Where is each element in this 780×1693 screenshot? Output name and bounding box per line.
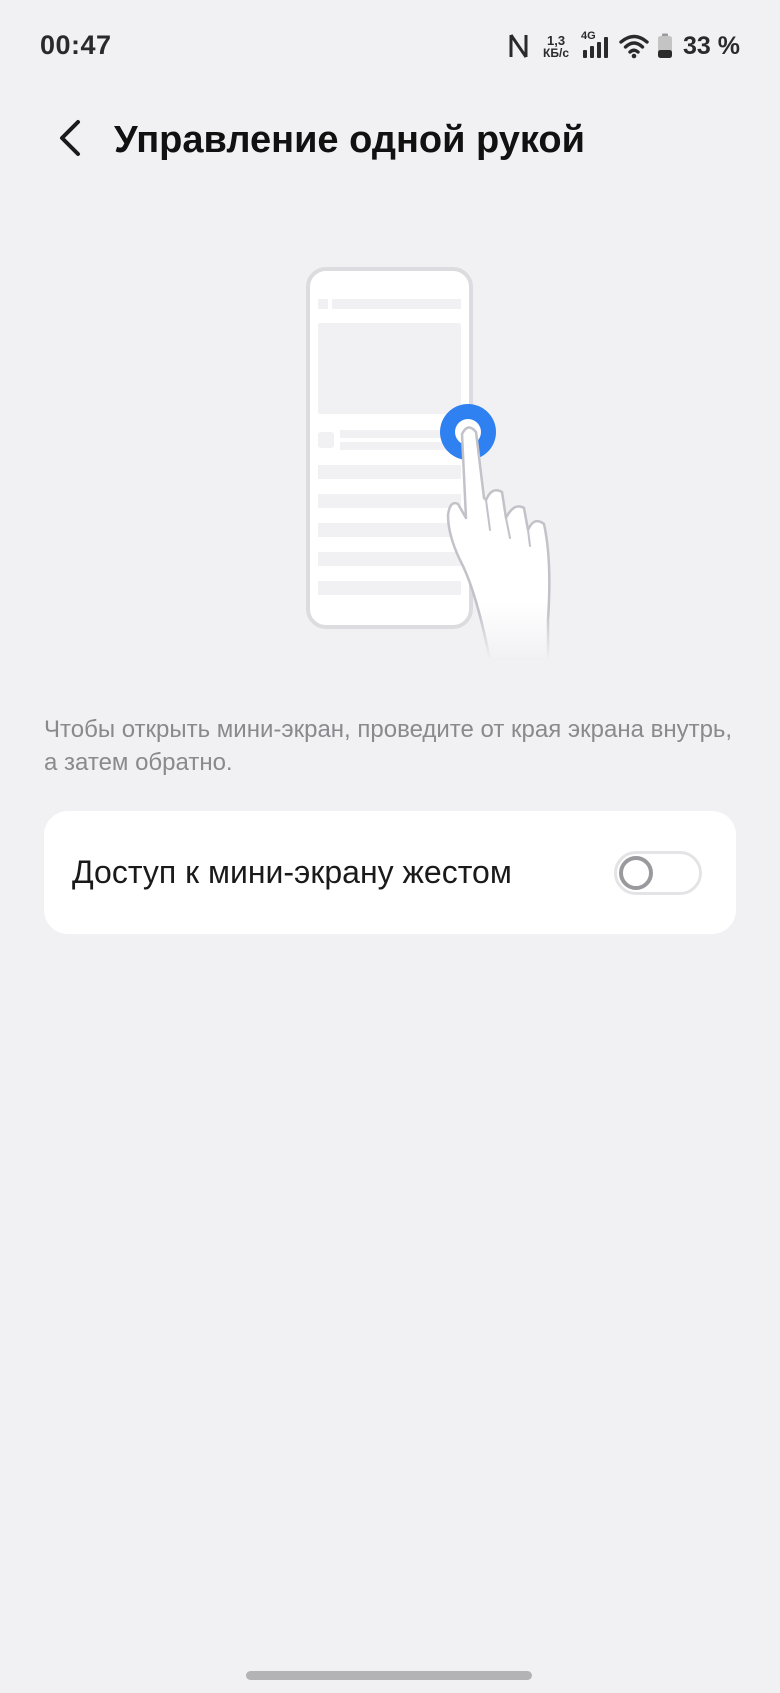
page-title: Управление одной рукой [114,118,585,161]
net-speed-value: 1,3 [546,32,566,48]
setting-label: Доступ к мини-экрану жестом [72,854,512,890]
status-bar: 00:47 1,3 КБ/с 4G 33 % [0,0,780,90]
net-speed: 1,3 КБ/с [543,34,569,59]
wifi-icon [619,33,649,59]
home-indicator[interactable] [246,1671,532,1680]
chevron-left-icon [56,118,84,163]
one-hand-gesture-illustration [290,260,560,662]
toggle-knob [619,855,653,890]
signal-icon: 4G [581,30,611,60]
screen: 00:47 1,3 КБ/с 4G 33 % Управление одной … [0,0,780,1693]
description-text: Чтобы открыть мини-экран, проведите от к… [44,716,733,776]
gesture-access-toggle[interactable] [614,850,702,895]
nfc-icon [507,32,531,60]
header: Управление одной рукой [0,100,780,180]
status-time: 00:47 [40,30,112,60]
back-button[interactable] [30,100,110,180]
battery-percentage: 33 % [683,31,740,60]
net-speed-unit: КБ/с [543,45,570,60]
gesture-access-setting[interactable]: Доступ к мини-экрану жестом [44,811,736,934]
battery-icon [657,33,673,59]
status-icons: 1,3 КБ/с 4G 33 % [507,28,740,64]
